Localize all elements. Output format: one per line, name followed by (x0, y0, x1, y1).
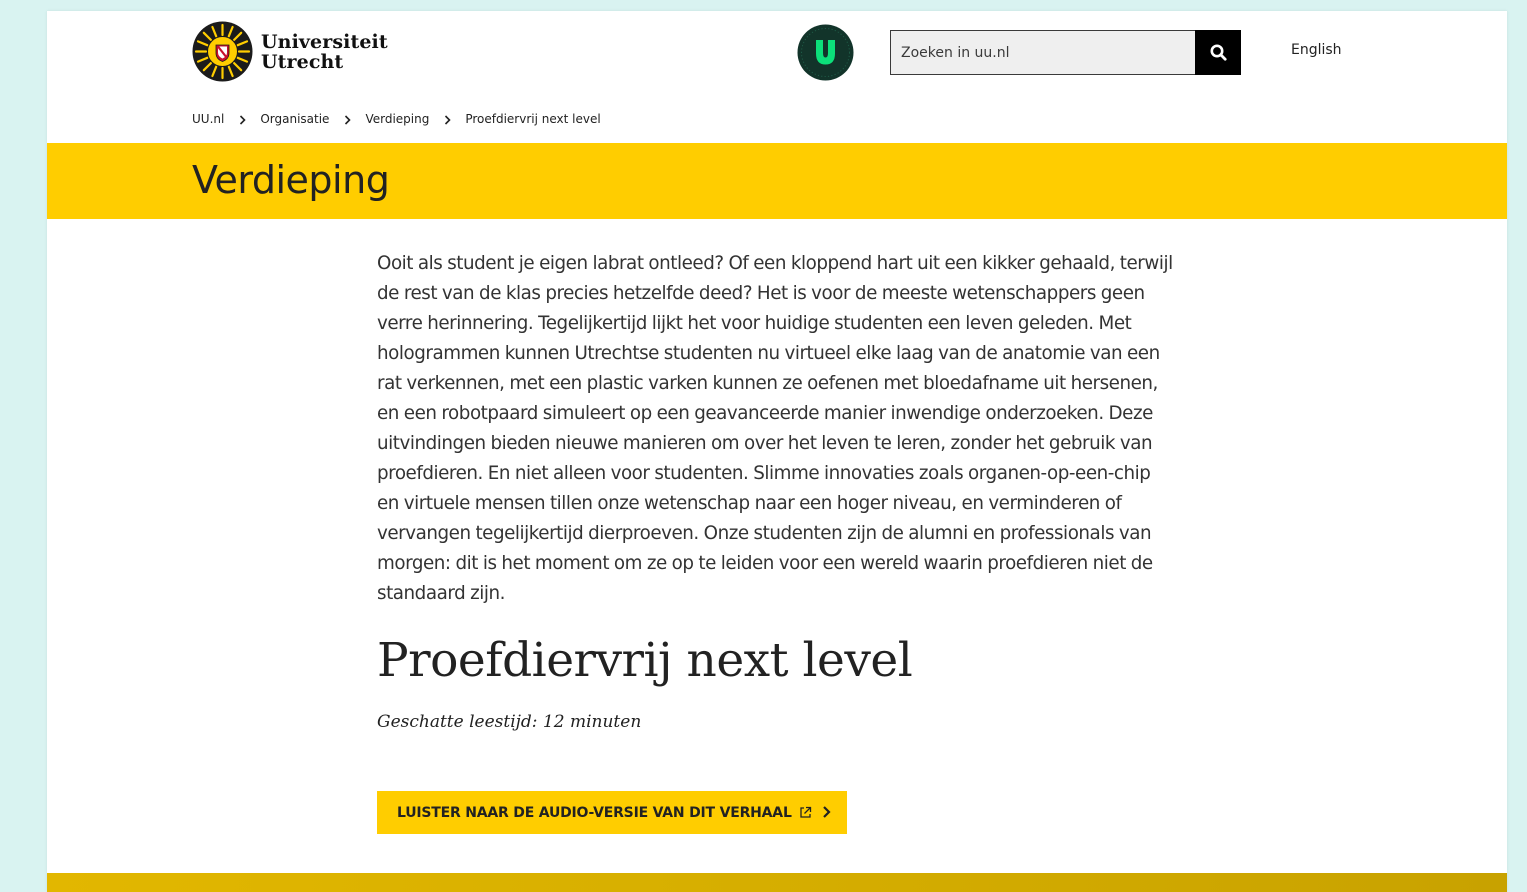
external-link-icon (800, 806, 811, 818)
audio-button-label: LUISTER NAAR DE AUDIO-VERSIE VAN DIT VER… (397, 804, 792, 821)
reading-time: Geschatte leestijd: 12 minuten (377, 712, 642, 732)
breadcrumb-item-verdieping[interactable]: Verdieping (365, 112, 429, 126)
university-logo-link[interactable]: Universiteit Utrecht (192, 21, 388, 82)
chevron-right-icon (329, 112, 365, 126)
utrecht-u-badge-icon[interactable] (797, 24, 854, 81)
site-search (890, 30, 1241, 75)
breadcrumb-item-uu[interactable]: UU.nl (192, 112, 224, 126)
article-title: Proefdiervrij next level (377, 633, 913, 688)
page: Universiteit Utrecht English UU.nl (47, 11, 1507, 892)
footer-band (47, 873, 1507, 892)
audio-version-button[interactable]: LUISTER NAAR DE AUDIO-VERSIE VAN DIT VER… (377, 791, 847, 834)
logo-line-1: Universiteit (261, 30, 388, 53)
logo-line-2: Utrecht (261, 50, 344, 73)
search-input[interactable] (890, 30, 1195, 75)
site-header: Universiteit Utrecht English (47, 11, 1507, 97)
breadcrumb-item-organisatie[interactable]: Organisatie (260, 112, 329, 126)
university-name: Universiteit Utrecht (261, 32, 388, 72)
article: Ooit als student je eigen labrat ontleed… (377, 249, 1177, 834)
breadcrumb-item-current: Proefdiervrij next level (465, 112, 601, 126)
section-title: Verdieping (192, 158, 390, 202)
search-button[interactable] (1195, 30, 1241, 75)
university-seal-icon (192, 21, 253, 82)
chevron-right-icon (823, 806, 831, 818)
language-switch-link[interactable]: English (1291, 42, 1342, 58)
chevron-right-icon (429, 112, 465, 126)
breadcrumb: UU.nl Organisatie Verdieping Proefdiervr… (192, 109, 601, 129)
search-icon (1210, 44, 1227, 61)
section-title-band: Verdieping (47, 143, 1507, 219)
chevron-right-icon (224, 112, 260, 126)
article-intro: Ooit als student je eigen labrat ontleed… (377, 253, 1173, 604)
